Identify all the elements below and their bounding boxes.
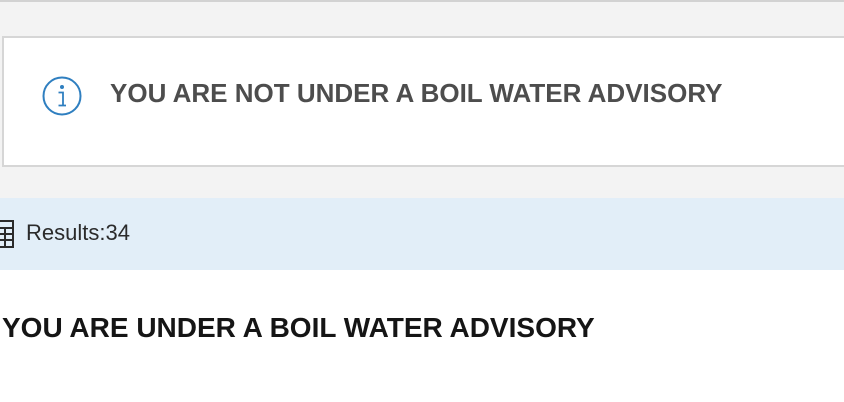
info-icon (42, 76, 82, 116)
advisory-card: YOU ARE NOT UNDER A BOIL WATER ADVISORY (2, 36, 844, 167)
advisory-section: YOU ARE NOT UNDER A BOIL WATER ADVISORY (0, 0, 844, 198)
results-count-value: 34 (105, 220, 130, 245)
results-bar: Results:34 (0, 198, 844, 270)
list-item-title[interactable]: YOU ARE UNDER A BOIL WATER ADVISORY (2, 308, 595, 348)
results-count: Results:34 (26, 218, 130, 248)
results-label-text: Results: (26, 220, 106, 245)
page: YOU ARE NOT UNDER A BOIL WATER ADVISORY … (0, 0, 844, 402)
advisory-status-text: YOU ARE NOT UNDER A BOIL WATER ADVISORY (110, 78, 723, 108)
table-list-icon (0, 220, 14, 248)
